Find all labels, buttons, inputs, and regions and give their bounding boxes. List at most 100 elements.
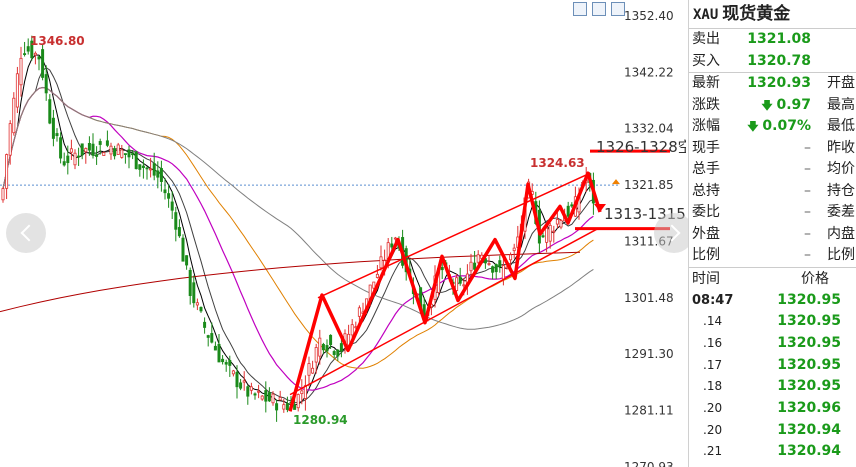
quote-row-right-label: 开盘	[827, 75, 855, 91]
quote-row-value: 🡇 0.97	[741, 95, 811, 117]
candlestick-chart[interactable]: 1346.80 1280.94 1324.63 1326-1328空 1313-…	[0, 0, 694, 467]
y-axis-label: 1291.30	[624, 347, 674, 361]
candle	[59, 132, 63, 164]
quote-row-label: 最新	[692, 75, 720, 91]
candle	[249, 382, 253, 395]
tick-price: 1320.96	[777, 399, 841, 416]
y-axis-label: 1332.04	[624, 122, 674, 136]
sell-row: 卖出 1321.08	[689, 29, 856, 51]
candle	[33, 51, 37, 65]
tick-row: .14 1320.95	[689, 311, 856, 333]
price-marker-icon	[612, 179, 620, 185]
tick-price: 1320.95	[777, 356, 841, 373]
candle	[116, 142, 120, 155]
candle	[231, 369, 235, 377]
candle	[217, 333, 221, 363]
candle	[95, 146, 99, 165]
candle	[185, 255, 189, 270]
candle	[321, 342, 325, 354]
candle	[498, 255, 502, 273]
candle	[465, 264, 469, 295]
quote-row-label: 总持	[692, 182, 720, 199]
tick-price: 1320.95	[777, 334, 841, 351]
candle	[278, 390, 282, 401]
scroll-left-arrow[interactable]	[6, 213, 46, 253]
symbol-name: 现货黄金	[722, 4, 791, 24]
candle	[98, 138, 102, 155]
ma5-line	[2, 54, 594, 406]
quote-row-number: 0.07%	[762, 118, 811, 134]
quote-row-value: –	[804, 182, 811, 199]
ma60-line	[2, 86, 594, 369]
tick-price: 1320.95	[777, 291, 841, 308]
ticks-time-header: 时间	[692, 270, 720, 287]
tick-time: .18	[703, 379, 723, 394]
candle	[213, 341, 217, 351]
quote-row-number: 0.97	[776, 96, 811, 113]
candle	[62, 152, 66, 167]
layout-icon[interactable]	[592, 2, 606, 16]
moving-averages	[0, 54, 594, 406]
candle	[77, 147, 81, 166]
quote-row-right-label: 昨收	[827, 139, 855, 156]
candle	[188, 267, 192, 305]
tick-row: .21 1320.94	[689, 441, 856, 463]
candle	[177, 219, 181, 238]
quote-row: 最新 1320.93 开盘	[689, 73, 856, 95]
candle	[476, 250, 480, 265]
quote-row-label: 现手	[692, 139, 720, 156]
quote-row-value: 🡇 0.07%	[741, 116, 811, 138]
candle	[26, 38, 30, 55]
candle	[203, 317, 207, 334]
quote-row-value: –	[804, 225, 811, 242]
sell-label: 卖出	[692, 31, 720, 47]
quote-row-right-label: 最低	[827, 118, 855, 134]
candle	[69, 139, 73, 160]
candle	[19, 46, 23, 97]
candle	[311, 360, 315, 374]
tick-row: .20 1320.96	[689, 398, 856, 420]
candle	[224, 359, 228, 372]
quote-row: 委比 – 委差	[689, 202, 856, 224]
candle	[23, 41, 27, 57]
y-axis-label: 1342.22	[624, 65, 674, 79]
tick-price: 1320.95	[777, 378, 841, 395]
candle	[48, 94, 52, 125]
tick-time: .20	[703, 422, 723, 437]
candle	[15, 66, 19, 114]
candle	[336, 348, 340, 362]
ma250-line	[0, 251, 581, 313]
candle	[221, 355, 225, 365]
quote-row-value: –	[804, 204, 811, 220]
candle	[473, 250, 477, 271]
candle	[174, 206, 178, 242]
candle	[260, 395, 264, 401]
candle	[303, 375, 307, 411]
quote-row-right-label: 委差	[827, 204, 855, 220]
candle	[559, 218, 563, 230]
window-icon[interactable]	[573, 2, 587, 16]
quote-row-value: –	[804, 161, 811, 177]
quote-stats: 最新 1320.93 开盘 涨跌 🡇 0.97 最高 涨幅 🡇 0.07% 最低 现手 – 昨收 总手 –…	[689, 72, 856, 267]
buy-label: 买入	[692, 52, 720, 69]
candle	[267, 387, 271, 402]
candle	[325, 339, 329, 358]
candle	[127, 145, 131, 169]
candle	[73, 149, 77, 170]
candle	[487, 255, 491, 266]
short-zone-label: 1326-1328空	[596, 138, 686, 156]
candle	[145, 166, 149, 180]
tick-time: .16	[703, 335, 723, 350]
chart-canvas[interactable]: 1346.80 1280.94 1324.63 1326-1328空 1313-…	[0, 0, 686, 467]
quote-row-right-label: 最高	[827, 96, 855, 113]
tick-time: .17	[703, 357, 723, 372]
quote-row-label: 涨幅	[692, 118, 720, 134]
quote-panel: XAU 现货黄金 卖出 1321.08 买入 1320.78 最新 1320.93 开…	[688, 0, 856, 467]
candle	[91, 133, 95, 159]
candle	[5, 153, 9, 200]
candle	[239, 378, 243, 391]
ma120-line	[2, 86, 594, 330]
ticks-header: 时间 价格	[689, 266, 856, 290]
zigzag-path	[288, 171, 602, 412]
grid-icon[interactable]	[611, 2, 625, 16]
